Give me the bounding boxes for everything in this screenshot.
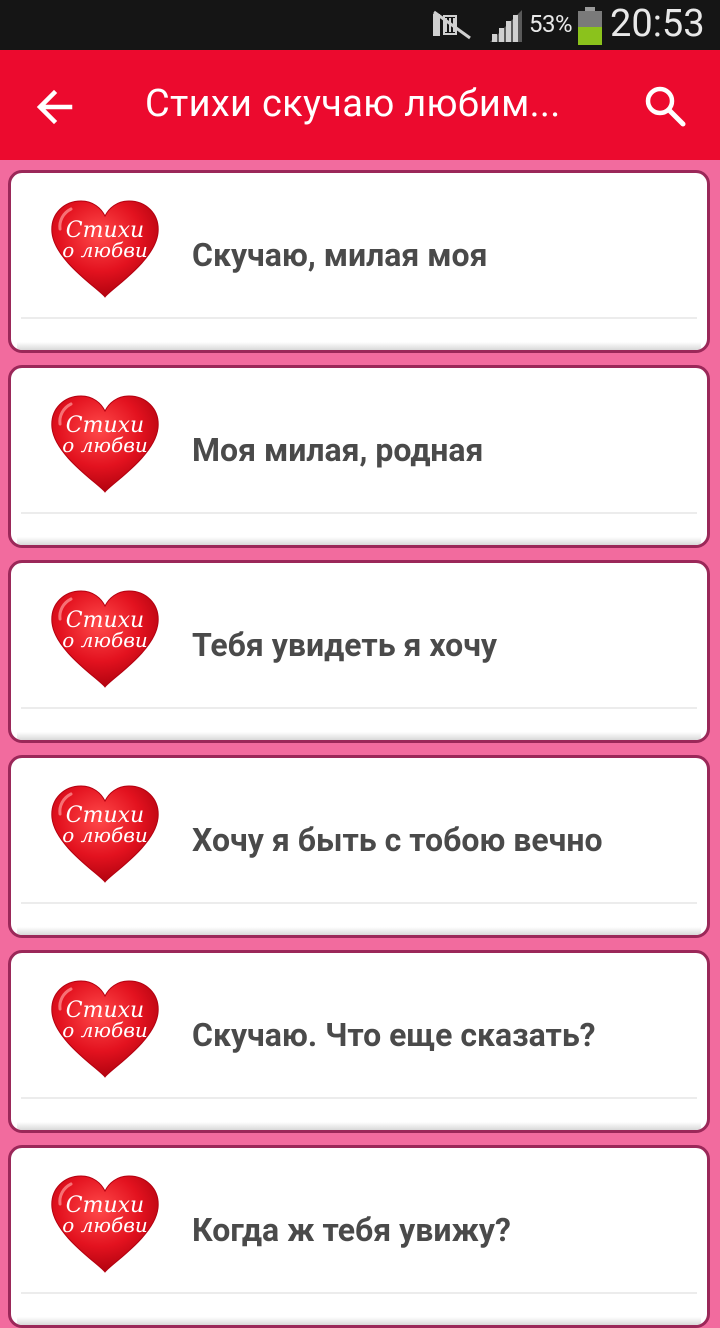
divider	[21, 902, 697, 904]
battery-percent: 53%	[529, 10, 573, 38]
divider	[21, 1097, 697, 1099]
heart-icon: Стихи о любви	[51, 785, 159, 883]
list-item[interactable]: Стихи о любви Моя милая, родная	[8, 365, 710, 548]
svg-text:о любви: о любви	[62, 1018, 147, 1042]
heart-icon: Стихи о любви	[51, 980, 159, 1078]
heart-icon: Стихи о любви	[51, 395, 159, 493]
divider	[21, 707, 697, 709]
divider	[21, 317, 697, 319]
poem-title: Моя милая, родная	[192, 431, 484, 469]
list-item[interactable]: Стихи о любви Тебя увидеть я хочу	[8, 560, 710, 743]
card-shadow	[17, 342, 701, 350]
poem-title: Скучаю, милая моя	[192, 236, 488, 274]
app-bar: Стихи скучаю любим...	[0, 50, 720, 160]
arrow-left-icon[interactable]	[34, 87, 74, 127]
svg-text:о любви: о любви	[62, 433, 147, 457]
poem-title: Когда ж тебя увижу?	[192, 1211, 511, 1249]
svg-text:о любви: о любви	[62, 1213, 147, 1237]
divider	[21, 512, 697, 514]
card-shadow	[17, 1317, 701, 1325]
page-title: Стихи скучаю любим...	[145, 82, 561, 126]
poem-list: Стихи о любви Скучаю, милая моя Стихи о …	[0, 160, 720, 1328]
mute-icon	[433, 10, 471, 40]
heart-icon: Стихи о любви	[51, 200, 159, 298]
list-item[interactable]: Стихи о любви Хочу я быть с тобою вечно	[8, 755, 710, 938]
card-shadow	[17, 537, 701, 545]
svg-text:о любви: о любви	[62, 238, 147, 262]
card-shadow	[17, 732, 701, 740]
clock: 20:53	[610, 2, 705, 46]
status-bar: 53% 20:53	[0, 0, 720, 50]
divider	[21, 1292, 697, 1294]
list-item[interactable]: Стихи о любви Скучаю, милая моя	[8, 170, 710, 353]
svg-text:о любви: о любви	[62, 823, 147, 847]
poem-title: Хочу я быть с тобою вечно	[192, 821, 603, 859]
card-shadow	[17, 1122, 701, 1130]
heart-icon: Стихи о любви	[51, 590, 159, 688]
battery-icon	[578, 7, 602, 45]
svg-text:о любви: о любви	[62, 628, 147, 652]
poem-title: Скучаю. Что еще сказать?	[192, 1016, 596, 1054]
heart-icon: Стихи о любви	[51, 1175, 159, 1273]
list-item[interactable]: Стихи о любви Когда ж тебя увижу?	[8, 1145, 710, 1328]
card-shadow	[17, 927, 701, 935]
search-icon[interactable]	[643, 84, 687, 128]
poem-title: Тебя увидеть я хочу	[192, 626, 498, 664]
list-item[interactable]: Стихи о любви Скучаю. Что еще сказать?	[8, 950, 710, 1133]
signal-icon	[490, 10, 522, 42]
